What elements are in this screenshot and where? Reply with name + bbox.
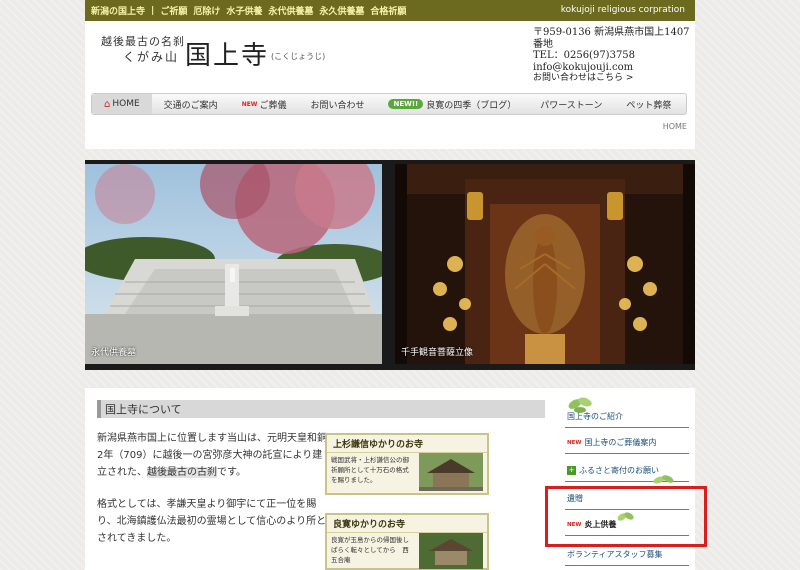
nav-contact[interactable]: お問い合わせ	[298, 94, 376, 114]
sidebar-funeral-label: 国上寺のご葬儀案内	[584, 438, 657, 447]
kannon-statue-caption: 千手観音菩薩立像	[401, 348, 474, 358]
postal-address: 〒959-0136 新潟県燕市国上1407番地	[533, 27, 690, 50]
promo-ryokan-text: 良寛が玉島からの帰国後しばらく転々としてから 西 五合庵	[331, 536, 422, 564]
top-link-prayer[interactable]: ご祈願	[160, 4, 187, 17]
nav-pet-label: ペット葬祭	[626, 100, 672, 111]
memorial-tomb-photo[interactable]: 永代供養墓	[85, 164, 382, 364]
site-logo[interactable]: 国上寺	[185, 35, 269, 72]
memorial-tomb-caption: 永代供養墓	[91, 348, 137, 358]
nav-access[interactable]: 交通のご案内	[152, 94, 230, 114]
sidebar-intro-label: 国上寺のご紹介	[567, 412, 623, 421]
tagline-oldest: 越後最古の名刹	[101, 35, 185, 48]
new-pill-badge: NEW!!	[388, 99, 424, 109]
breadcrumb[interactable]: HOME	[663, 122, 687, 131]
nav-powerstone-label: パワーストーン	[540, 100, 603, 111]
nav-pet[interactable]: ペット葬祭	[614, 94, 683, 114]
plus-box-icon: +	[567, 466, 576, 475]
temple-photo-icon	[419, 453, 483, 491]
about-text-b: です。	[217, 467, 246, 478]
phone-number: TEL：0256(97)3758	[533, 50, 636, 61]
highlight-annotation-box	[545, 486, 707, 547]
kannon-statue-image	[395, 164, 695, 364]
promo-uesugi-text: 戦国武将・上杉謙信公の御祈願所として十万石の格式を賜りました。	[331, 456, 409, 484]
nav-blog[interactable]: NEW!! 良寛の四季（ブログ）	[376, 94, 528, 114]
top-link-gokaku[interactable]: 合格祈願	[370, 4, 406, 17]
memorial-tomb-image	[85, 164, 382, 364]
about-paragraph-2: 格式としては、孝謙天皇より御宇にて正一位を賜り、北海鎮護仏法最初の霊場として信心…	[97, 499, 327, 544]
sidebar-item-volunteer[interactable]: ボランティアスタッフ募集	[565, 544, 689, 566]
tagline-mountain: くがみ山	[123, 50, 180, 64]
promo-ryokan[interactable]: 良寛ゆかりのお寺 良寛が玉島からの帰国後しばらく転々としてから 西 五合庵	[325, 513, 489, 570]
page: 新潟の国上寺 | ご祈願 厄除け 水子供養 永代供養墓 永久供養墓 合格祈願 ko…	[85, 0, 695, 570]
top-link-bar: 新潟の国上寺 | ご祈願 厄除け 水子供養 永代供養墓 永久供養墓 合格祈願 ko…	[85, 0, 695, 21]
nav-blog-label: 良寛の四季（ブログ）	[426, 100, 517, 111]
sidebar-item-funeral[interactable]: NEW 国上寺のご葬儀案内	[565, 432, 689, 454]
sidebar-volunteer-label: ボランティアスタッフ募集	[567, 550, 663, 559]
nav-powerstone[interactable]: パワーストーン	[528, 94, 614, 114]
nav-access-label: 交通のご案内	[163, 100, 218, 111]
nav-contact-label: お問い合わせ	[310, 100, 365, 111]
about-highlight: 越後最古の古刹	[147, 467, 217, 478]
new-badge: NEW	[241, 100, 258, 108]
corp-name: kokujoji religious corpration	[560, 5, 685, 15]
email-address[interactable]: info@kokujouji.com	[533, 62, 695, 74]
nav-funeral[interactable]: NEW ご葬儀	[230, 94, 299, 114]
top-link-kokujoji[interactable]: 新潟の国上寺	[91, 4, 145, 17]
sidebar-item-intro[interactable]: 国上寺のご紹介	[565, 406, 689, 428]
home-icon: ⌂	[104, 98, 111, 110]
nav-funeral-label: ご葬儀	[259, 100, 287, 111]
top-link-eikyu[interactable]: 永久供養墓	[319, 4, 364, 17]
contact-block: 〒959-0136 新潟県燕市国上1407番地 TEL：0256(97)3758…	[533, 27, 695, 85]
top-link-mizuko[interactable]: 水子供養	[226, 4, 262, 17]
nav-home-label: HOME	[112, 99, 140, 109]
contact-link[interactable]: お問い合わせはこちら >	[533, 73, 695, 85]
nav-home[interactable]: ⌂ HOME	[92, 94, 152, 114]
sidebar-furusato-label: ふるさと寄付のお願い	[579, 466, 659, 475]
top-link-eitai[interactable]: 永代供養墓	[268, 4, 313, 17]
site-header: 越後最古の名刹 くがみ山 国上寺 (こくじょうじ) 〒959-0136 新潟県燕…	[85, 21, 695, 149]
kannon-statue-photo[interactable]: 千手観音菩薩立像	[395, 164, 695, 364]
top-link-yakuyoke[interactable]: 厄除け	[193, 4, 220, 17]
promo-uesugi[interactable]: 上杉謙信ゆかりのお寺 戦国武将・上杉謙信公の御祈願所として十万石の格式を賜りまし…	[325, 433, 489, 495]
about-paragraph-1: 新潟県燕市国上に位置します当山は、元明天皇和銅2年（709）に越後一の宮弥彦大神…	[97, 430, 327, 481]
main-nav: ⌂ HOME 交通のご案内 NEW ご葬儀 お問い合わせ NEW!! 良寛の四季…	[91, 93, 687, 115]
new-badge: NEW	[567, 439, 582, 446]
about-section-title: 国上寺について	[97, 400, 545, 418]
gogoan-photo-icon	[419, 533, 483, 569]
promo-ryokan-title: 良寛ゆかりのお寺	[327, 515, 487, 533]
top-sep: |	[151, 5, 155, 16]
promo-uesugi-title: 上杉謙信ゆかりのお寺	[327, 435, 487, 453]
logo-reading: (こくじょうじ)	[271, 52, 326, 61]
photo-gallery: 永代供養墓 千手観音菩薩立像	[85, 160, 695, 370]
